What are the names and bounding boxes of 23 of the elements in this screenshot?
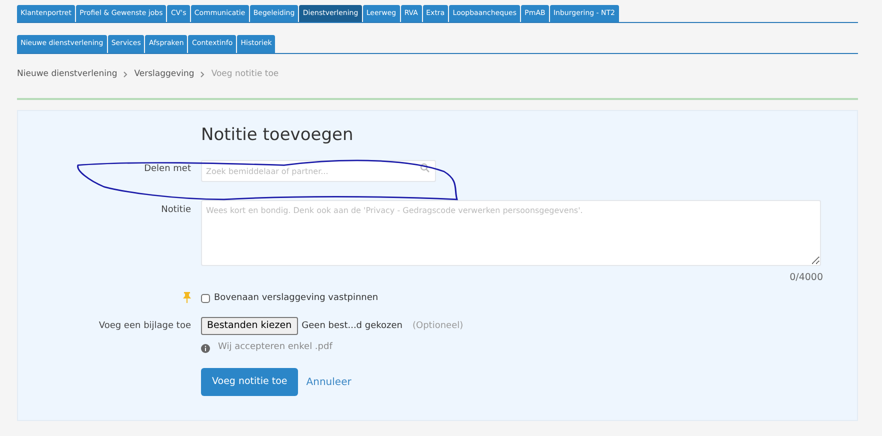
- breadcrumb-link[interactable]: Verslaggeving: [134, 68, 194, 81]
- pin-checkbox[interactable]: [201, 294, 210, 303]
- search-icon: [420, 162, 430, 173]
- field-label: Voeg een bijlage toe: [98, 320, 192, 333]
- chevron-icon: [123, 70, 128, 78]
- choose-files-button[interactable]: Bestanden kiezen: [201, 317, 298, 336]
- pin-checkbox-label[interactable]: Bovenaan verslaggeving vastpinnen: [201, 292, 378, 306]
- note-textarea[interactable]: Wees kort en bondig. Denk ook aan de 'Privacy - Gedragscode verwerken persoonsgegevens'.: [201, 200, 821, 266]
- field-label: Delen met: [143, 162, 192, 176]
- field-label: Notitie: [160, 204, 192, 218]
- search-field[interactable]: Zoek bemiddelaar of partner...: [201, 160, 436, 182]
- breadcrumb-link[interactable]: Nieuwe dienstverlening: [17, 68, 118, 81]
- pin-icon: [183, 292, 191, 303]
- file-status: Geen best...d gekozen: [302, 320, 402, 333]
- submit-button[interactable]: Voeg notitie toe: [201, 368, 298, 396]
- character-counter: 0/4000: [790, 272, 823, 284]
- form-title: Notitie toevoegen: [201, 124, 354, 145]
- optional-note: (Optioneel): [412, 320, 464, 333]
- info-icon: [201, 344, 210, 353]
- breadcrumb-current: Voeg notitie toe: [211, 68, 279, 81]
- hint-text: Wij accepteren enkel .pdf: [218, 341, 332, 354]
- chevron-icon: [200, 70, 206, 78]
- cancel-link[interactable]: Annuleer: [306, 374, 352, 390]
